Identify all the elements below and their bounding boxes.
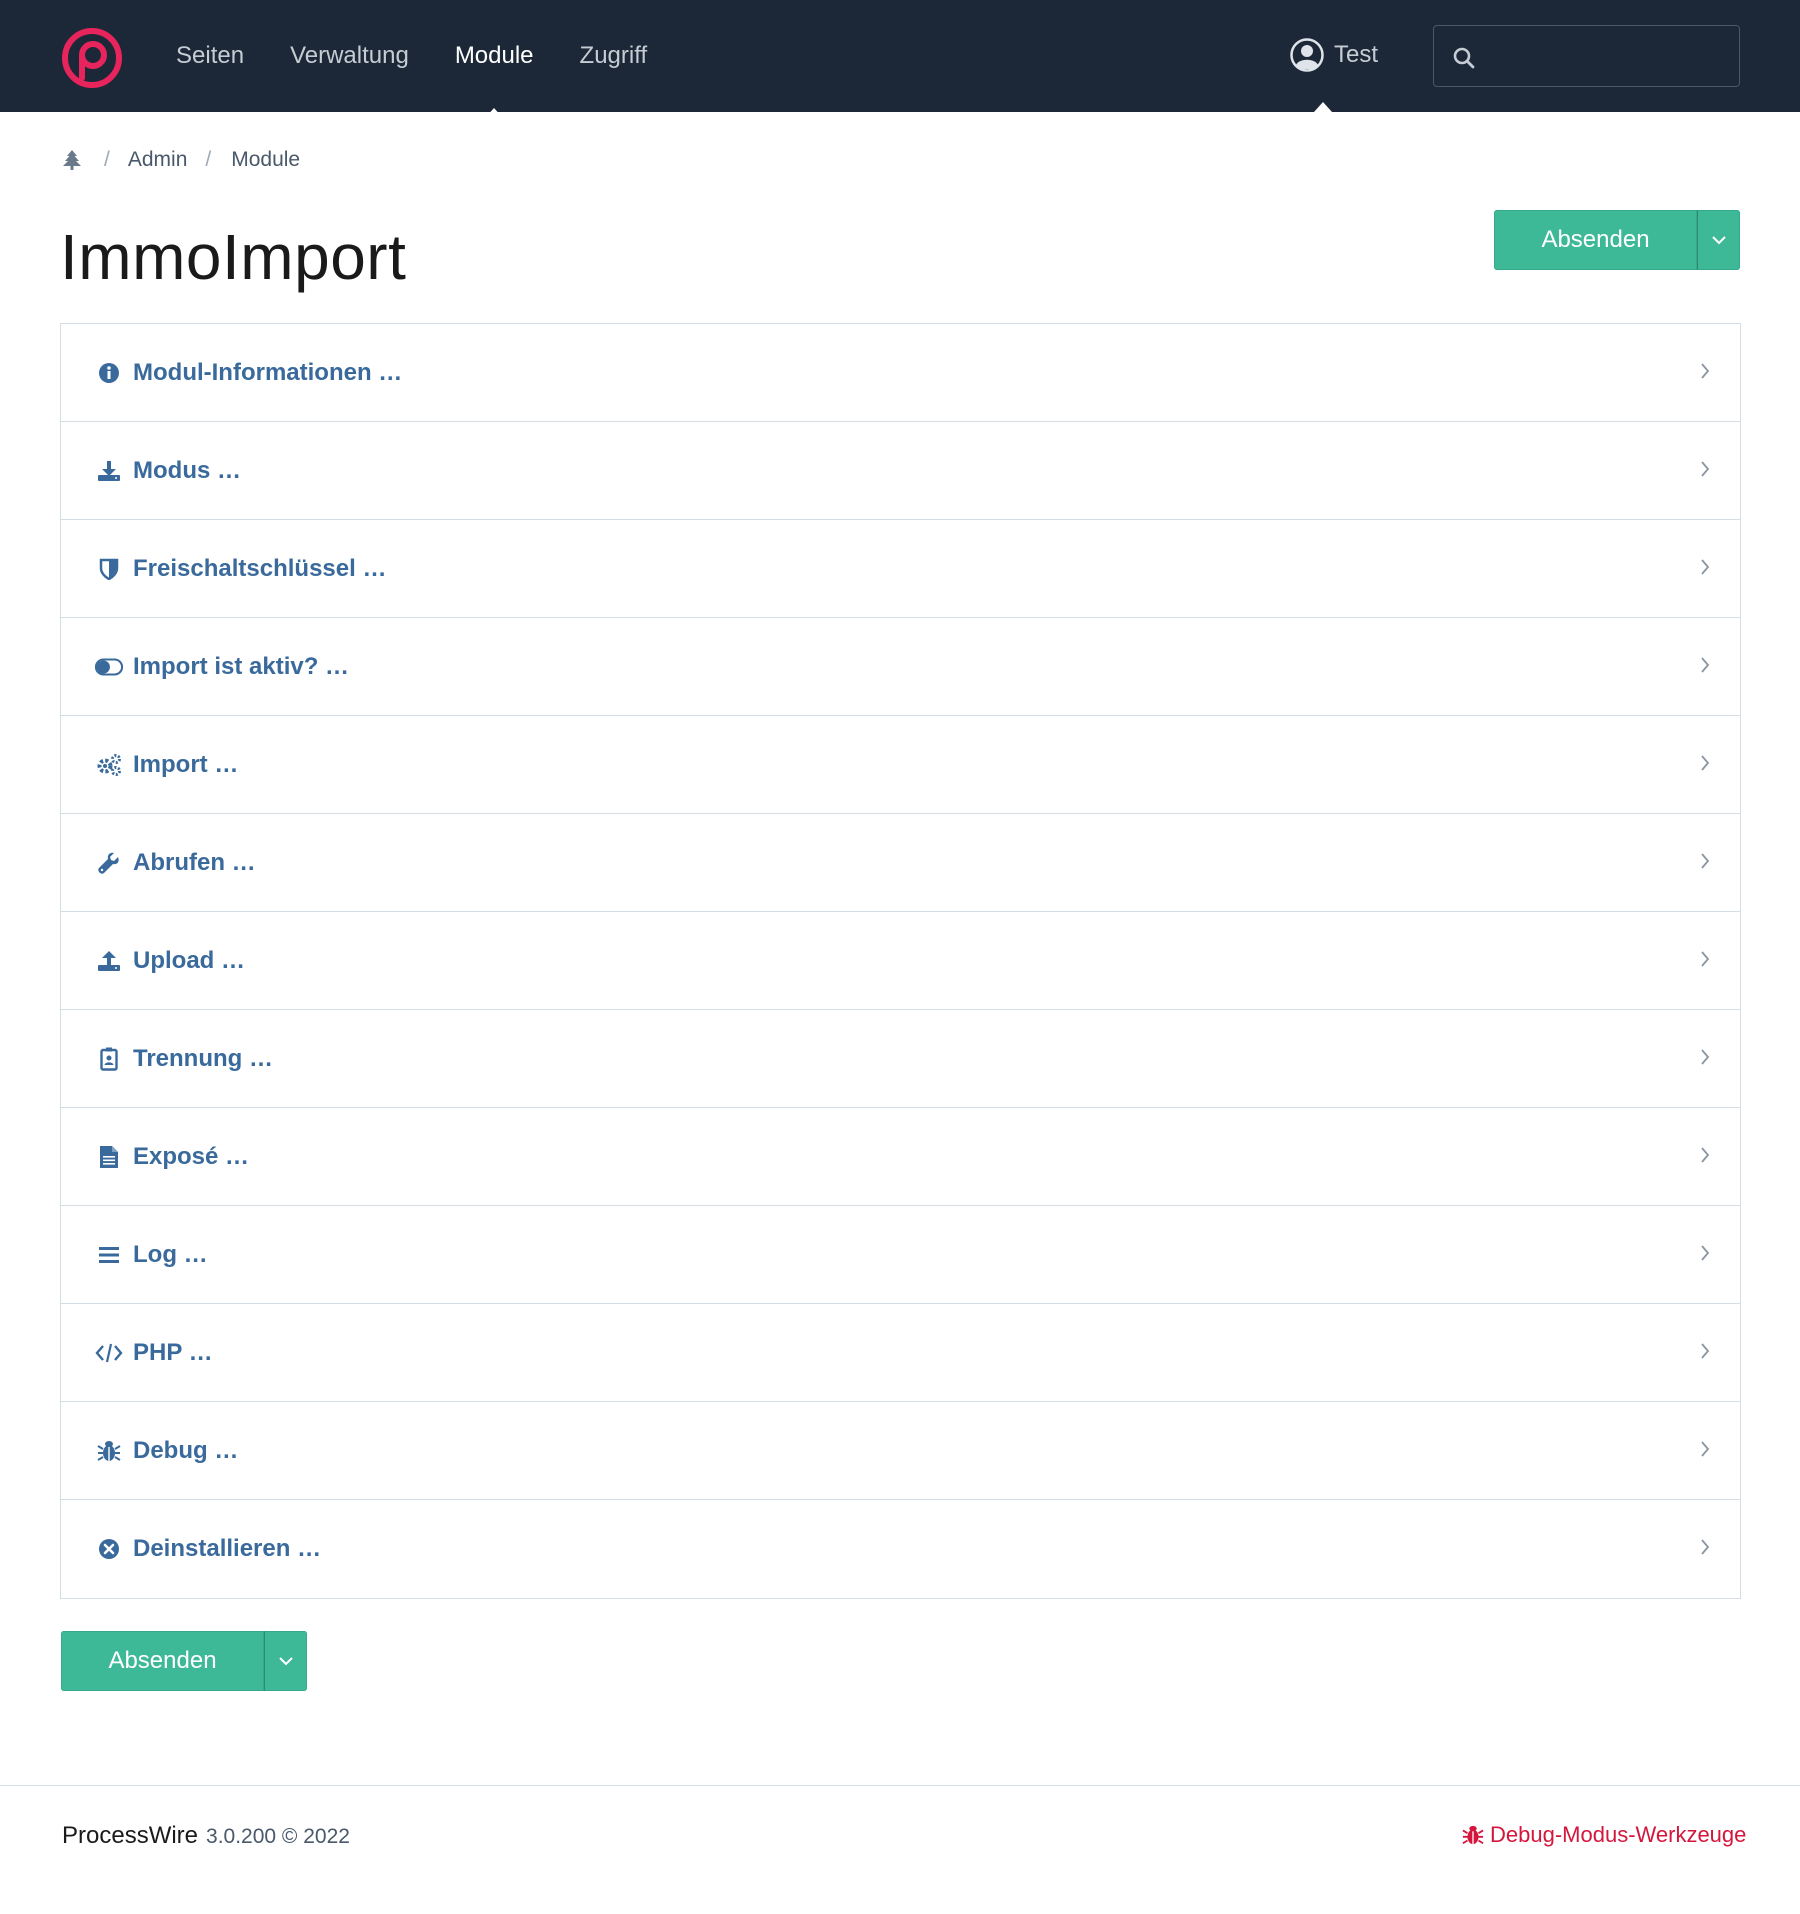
upload-icon: [95, 947, 123, 975]
submit-button[interactable]: Absenden: [1494, 210, 1697, 270]
breadcrumb-separator: /: [205, 148, 212, 171]
nav-item-verwaltung[interactable]: Verwaltung: [290, 42, 409, 70]
user-name: Test: [1334, 41, 1379, 68]
close-circle-icon: [95, 1535, 123, 1563]
submit-dropdown-toggle[interactable]: [264, 1631, 307, 1691]
bug-icon: [95, 1437, 123, 1465]
chevron-right-icon: [1701, 1441, 1710, 1457]
section-abrufen[interactable]: Abrufen …: [61, 814, 1740, 912]
section-label: Trennung …: [133, 1044, 273, 1072]
section-label: Deinstallieren …: [133, 1535, 322, 1562]
section-label: Exposé …: [133, 1142, 250, 1170]
chevron-right-icon: [1701, 1343, 1710, 1359]
gears-icon: [95, 751, 123, 779]
breadcrumb-separator: /: [104, 148, 110, 171]
section-log[interactable]: Log …: [61, 1206, 1740, 1304]
footer-divider: [0, 1785, 1800, 1786]
chevron-right-icon: [1701, 1147, 1710, 1163]
breadcrumb-module[interactable]: Module: [231, 148, 300, 172]
masthead: Seiten Verwaltung Module Zugriff Test: [0, 0, 1800, 118]
breadcrumb-admin[interactable]: Admin: [128, 148, 188, 172]
document-icon: [95, 1143, 123, 1171]
section-trennung[interactable]: Trennung …: [61, 1010, 1740, 1108]
nav-item-module[interactable]: Module: [455, 42, 534, 118]
section-label: Abrufen …: [133, 848, 256, 876]
section-modul-informationen[interactable]: Modul-Informationen …: [61, 324, 1740, 422]
footer-brand[interactable]: ProcessWire: [62, 1822, 198, 1850]
section-import-aktiv[interactable]: Import ist aktiv? …: [61, 618, 1740, 716]
shield-icon: [95, 555, 123, 583]
section-debug[interactable]: Debug …: [61, 1402, 1740, 1500]
chevron-right-icon: [1701, 1049, 1710, 1065]
debug-tools-label: Debug-Modus-Werkzeuge: [1490, 1822, 1747, 1847]
search-icon: [1453, 47, 1475, 69]
section-php[interactable]: PHP …: [61, 1304, 1740, 1402]
page-title: ImmoImport: [60, 221, 407, 293]
processwire-logo-icon[interactable]: [60, 26, 124, 90]
section-expose[interactable]: Exposé …: [61, 1108, 1740, 1206]
code-icon: [95, 1339, 123, 1367]
chevron-right-icon: [1701, 951, 1710, 967]
chevron-right-icon: [1701, 755, 1710, 771]
section-label: Modus …: [133, 456, 241, 484]
debug-tools-link[interactable]: Debug-Modus-Werkzeuge: [1462, 1822, 1746, 1848]
main-nav: Seiten Verwaltung Module Zugriff: [176, 0, 648, 118]
chevron-right-icon: [1701, 1245, 1710, 1261]
section-label: Freischaltschlüssel …: [133, 554, 387, 582]
download-icon: [95, 457, 123, 485]
wrench-icon: [95, 849, 123, 877]
user-circle-icon: [1290, 38, 1324, 72]
chevron-right-icon: [1701, 1539, 1710, 1555]
chevron-down-icon: [1711, 236, 1726, 245]
chevron-right-icon: [1701, 853, 1710, 869]
tree-icon[interactable]: [62, 149, 82, 171]
section-label: Upload …: [133, 946, 245, 974]
submit-button-group-bottom: Absenden: [61, 1631, 307, 1691]
breadcrumb: / Admin / Module: [62, 148, 300, 172]
section-deinstallieren[interactable]: Deinstallieren …: [61, 1500, 1740, 1598]
section-import[interactable]: Import …: [61, 716, 1740, 814]
user-menu[interactable]: Test: [1290, 38, 1379, 112]
nav-item-zugriff[interactable]: Zugriff: [580, 42, 648, 70]
section-upload[interactable]: Upload …: [61, 912, 1740, 1010]
section-label: Import ist aktiv? …: [133, 652, 350, 680]
chevron-right-icon: [1701, 559, 1710, 575]
list-icon: [95, 1241, 123, 1269]
section-label: Modul-Informationen …: [133, 358, 403, 386]
footer-credits: ProcessWire 3.0.200 © 2022: [62, 1822, 350, 1850]
section-label: Import …: [133, 750, 239, 778]
search-box[interactable]: [1433, 25, 1740, 87]
submit-button[interactable]: Absenden: [61, 1631, 264, 1691]
footer-version: 3.0.200 © 2022: [206, 1825, 350, 1848]
chevron-right-icon: [1701, 461, 1710, 477]
info-circle-icon: [95, 359, 123, 387]
chevron-right-icon: [1701, 363, 1710, 379]
section-modus[interactable]: Modus …: [61, 422, 1740, 520]
chevron-right-icon: [1701, 657, 1710, 673]
nav-item-seiten[interactable]: Seiten: [176, 42, 244, 70]
section-freischaltschluessel[interactable]: Freischaltschlüssel …: [61, 520, 1740, 618]
bug-icon: [1462, 1825, 1484, 1845]
section-label: Log …: [133, 1240, 208, 1268]
submit-dropdown-toggle[interactable]: [1697, 210, 1740, 270]
chevron-down-icon: [278, 1657, 293, 1666]
submit-button-group-top: Absenden: [1494, 210, 1740, 270]
section-label: Debug …: [133, 1436, 239, 1464]
module-config-sections: Modul-Informationen … Modus … Freischalt…: [60, 323, 1741, 1599]
search-input[interactable]: [1484, 36, 1724, 76]
section-label: PHP …: [133, 1338, 213, 1366]
badge-icon: [95, 1045, 123, 1073]
toggle-icon: [95, 653, 123, 681]
